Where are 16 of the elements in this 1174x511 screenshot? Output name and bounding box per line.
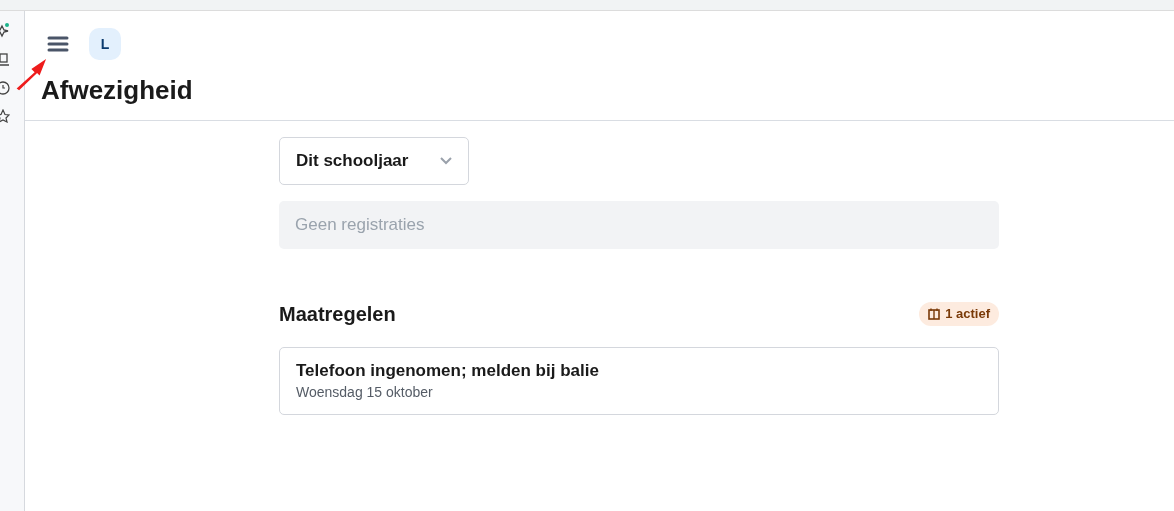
active-count-badge: 1 actief bbox=[919, 302, 999, 326]
period-dropdown[interactable]: Dit schooljaar bbox=[279, 137, 469, 185]
measure-card[interactable]: Telefoon ingenomen; melden bij balie Woensdag 15 oktober bbox=[279, 347, 999, 415]
calendar-icon bbox=[928, 308, 941, 320]
measure-date: Woensdag 15 oktober bbox=[296, 383, 434, 402]
menu-icon bbox=[47, 35, 69, 53]
clock-icon[interactable] bbox=[0, 81, 10, 95]
star-icon[interactable] bbox=[0, 109, 10, 123]
section-title: Maatregelen bbox=[279, 302, 396, 327]
measure-title: Telefoon ingenomen; melden bij balie bbox=[296, 360, 600, 382]
page-title: Afwezigheid bbox=[41, 74, 194, 106]
laptop-icon[interactable] bbox=[0, 53, 10, 67]
empty-state-text: Geen registraties bbox=[295, 214, 425, 237]
sparkle-icon[interactable] bbox=[0, 23, 10, 39]
chevron-down-icon bbox=[440, 157, 452, 165]
user-avatar[interactable]: L bbox=[89, 28, 121, 60]
